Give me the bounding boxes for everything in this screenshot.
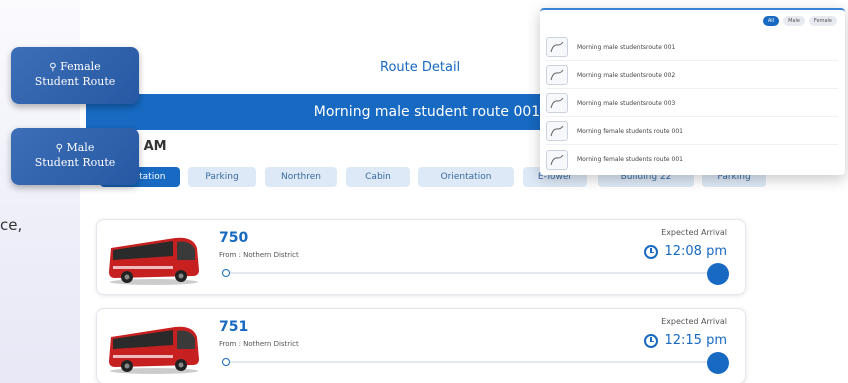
- chip-label: Student Route: [34, 156, 116, 169]
- progress-track: [222, 352, 729, 374]
- route-label: Morning male studentsroute 001: [577, 43, 676, 51]
- stop-tab-northren[interactable]: Northren: [265, 167, 337, 187]
- bus-origin: From : Nothern District: [219, 340, 299, 348]
- bus-number: 750: [219, 230, 249, 246]
- list-item[interactable]: Morning female students route 001: [546, 146, 838, 173]
- arrival-time: 12:15 pm: [644, 333, 727, 348]
- route-label: Morning female students route 001: [577, 127, 683, 135]
- partial-text: ce,: [0, 216, 23, 234]
- route-map-icon: [546, 121, 568, 141]
- stop-tab-parking[interactable]: Parking: [188, 167, 256, 187]
- stop-tab-orientation-2[interactable]: Orientation: [418, 167, 514, 187]
- route-map-icon: [546, 93, 568, 113]
- route-label: Morning male studentsroute 003: [577, 99, 676, 107]
- bus-image: [109, 237, 199, 285]
- route-map-icon: [546, 149, 568, 170]
- arrival-time-value: 12:15 pm: [664, 333, 727, 348]
- chip-label: Student Route: [34, 75, 116, 88]
- start-marker: [222, 358, 230, 366]
- list-item[interactable]: Morning male studentsroute 002: [546, 62, 838, 89]
- bus-image: [109, 326, 199, 374]
- expected-arrival-label: Expected Arrival: [661, 317, 727, 326]
- arrival-time: 12:08 pm: [644, 244, 727, 259]
- bus-card[interactable]: 751 From : Nothern District Expected Arr…: [96, 308, 746, 383]
- end-marker: [707, 263, 729, 285]
- route-list-popup: All Male Female Morning male studentsrou…: [540, 8, 845, 175]
- filter-female[interactable]: Female: [808, 16, 837, 26]
- route-label: Morning male studentsroute 002: [577, 71, 676, 79]
- route-label: Morning female students route 001: [577, 156, 683, 163]
- female-student-route-chip[interactable]: ⚲ Female Student Route: [11, 47, 139, 104]
- list-item[interactable]: Morning female students route 001: [546, 118, 838, 145]
- route-filters: All Male Female: [762, 16, 837, 26]
- route-map-icon: [546, 37, 568, 57]
- page-title: Route Detail: [380, 60, 461, 75]
- clock-icon: [644, 333, 659, 348]
- start-marker: [222, 269, 230, 277]
- arrival-time-value: 12:08 pm: [664, 244, 727, 259]
- chip-label: Female: [60, 60, 101, 73]
- bus-origin: From : Nothern District: [219, 251, 299, 259]
- bus-number: 751: [219, 319, 249, 335]
- list-item[interactable]: Morning male studentsroute 003: [546, 90, 838, 117]
- location-pin-icon: ⚲: [55, 143, 63, 154]
- stop-tab-cabin[interactable]: Cabin: [346, 167, 410, 187]
- list-item[interactable]: Morning male studentsroute 001: [546, 34, 838, 61]
- expected-arrival-label: Expected Arrival: [661, 228, 727, 237]
- progress-track: [222, 263, 729, 285]
- route-map-icon: [546, 65, 568, 85]
- filter-male[interactable]: Male: [783, 16, 805, 26]
- bus-card[interactable]: 750 From : Nothern District Expected Arr…: [96, 219, 746, 295]
- end-marker: [707, 352, 729, 374]
- location-pin-icon: ⚲: [49, 62, 57, 73]
- chip-label: Male: [66, 141, 95, 154]
- male-student-route-chip[interactable]: ⚲ Male Student Route: [11, 128, 139, 185]
- clock-icon: [644, 244, 659, 259]
- filter-all[interactable]: All: [762, 16, 780, 26]
